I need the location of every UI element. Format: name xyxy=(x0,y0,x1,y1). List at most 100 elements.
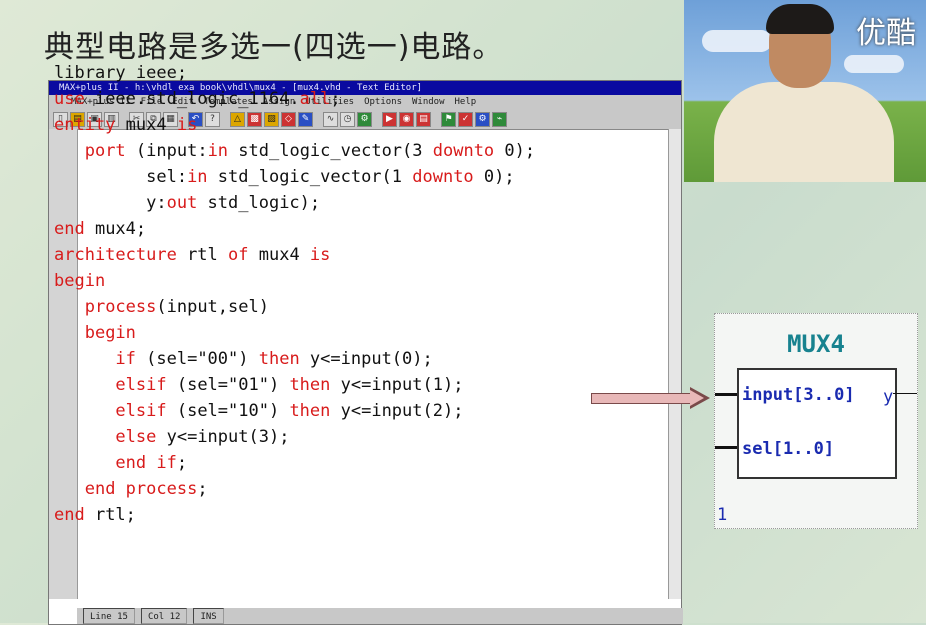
input-pin-label: input[3..0] xyxy=(742,385,855,405)
output-pin xyxy=(893,393,917,394)
code-line[interactable]: begin xyxy=(54,268,535,294)
code-text: rtl; xyxy=(84,505,136,525)
code-text: (sel="10") xyxy=(166,401,290,421)
mux4-symbol-panel: MUX4 input[3..0] sel[1..0] y 1 xyxy=(714,313,918,529)
presenter-hair xyxy=(766,4,834,34)
code-keyword: is xyxy=(176,115,198,135)
code-keyword: out xyxy=(166,193,198,213)
status-mode: INS xyxy=(193,608,224,624)
code-line[interactable]: end mux4; xyxy=(54,216,535,242)
code-line[interactable]: if (sel="00") then y<=input(0); xyxy=(54,346,535,372)
code-text: (sel="00") xyxy=(135,349,259,369)
code-line[interactable]: else y<=input(3); xyxy=(54,424,535,450)
code-keyword: port xyxy=(84,141,126,161)
code-text: library ieee; xyxy=(54,63,188,83)
code-text: mux4 xyxy=(115,115,177,135)
code-keyword: is xyxy=(309,245,331,265)
code-text: (sel="01") xyxy=(166,375,290,395)
status-line: Line 15 xyxy=(83,608,135,624)
video-inset: 优酷 xyxy=(684,0,926,182)
presenter-body xyxy=(714,82,894,182)
code-text: ; xyxy=(197,479,208,499)
output-pin-label: y xyxy=(883,387,894,407)
code-line[interactable]: y:out std_logic); xyxy=(54,190,535,216)
code-keyword: process xyxy=(84,297,157,317)
sel-pin-label: sel[1..0] xyxy=(742,439,835,459)
code-keyword: then xyxy=(258,349,300,369)
code-text: std_logic); xyxy=(197,193,321,213)
code-keyword: downto xyxy=(412,167,474,187)
code-keyword: begin xyxy=(84,323,136,343)
code-line[interactable]: elsif (sel="01") then y<=input(1); xyxy=(54,372,535,398)
cloud xyxy=(844,55,904,73)
code-keyword: elsif xyxy=(115,375,167,395)
code-editor-text[interactable]: library ieee; use ieee.std_logic_1164.all… xyxy=(54,60,535,528)
mux4-title: MUX4 xyxy=(787,330,845,358)
code-keyword: elsif xyxy=(115,401,167,421)
code-keyword: end xyxy=(54,505,85,525)
code-line[interactable]: begin xyxy=(54,320,535,346)
code-text: std_logic_vector(3 xyxy=(228,141,433,161)
sel-pin xyxy=(715,446,737,449)
code-text: ieee.std_logic_1164. xyxy=(84,89,300,109)
code-line[interactable]: elsif (sel="10") then y<=input(2); xyxy=(54,398,535,424)
code-keyword: architecture xyxy=(54,245,177,265)
code-text: 0); xyxy=(473,167,515,187)
code-text: std_logic_vector(1 xyxy=(207,167,413,187)
code-keyword: in xyxy=(187,167,208,187)
code-line[interactable]: end process; xyxy=(54,476,535,502)
pointer-arrow xyxy=(591,393,693,404)
code-keyword: of xyxy=(228,245,249,265)
code-text: ; xyxy=(330,89,341,109)
input-pin xyxy=(715,393,737,396)
code-text: mux4; xyxy=(84,219,147,239)
code-text: mux4 xyxy=(248,245,310,265)
code-keyword: entity xyxy=(54,115,116,135)
code-text: y: xyxy=(54,193,167,213)
code-text: 0); xyxy=(494,141,536,161)
code-keyword: end process xyxy=(84,479,198,499)
code-line[interactable]: port (input:in std_logic_vector(3 downto… xyxy=(54,138,535,164)
code-line[interactable]: entity mux4 is xyxy=(54,112,535,138)
code-keyword: all xyxy=(299,89,331,109)
code-line[interactable]: end rtl; xyxy=(54,502,535,528)
code-text: y<=input(0); xyxy=(299,349,433,369)
code-keyword: end xyxy=(54,219,85,239)
code-text: sel: xyxy=(54,167,188,187)
code-keyword: end if xyxy=(115,453,177,473)
code-keyword: downto xyxy=(432,141,495,161)
code-text: (input,sel) xyxy=(156,297,269,317)
code-line[interactable]: process(input,sel) xyxy=(54,294,535,320)
vertical-scrollbar[interactable] xyxy=(668,129,681,599)
code-text: rtl xyxy=(176,245,229,265)
code-keyword: use xyxy=(54,89,85,109)
code-text: y<=input(3); xyxy=(156,427,290,447)
status-bar: Line 15 Col 12 INS xyxy=(77,608,683,624)
code-keyword: if xyxy=(115,349,136,369)
pointer-arrow-head-fill xyxy=(690,390,704,406)
code-keyword: then xyxy=(289,401,331,421)
code-text: y<=input(1); xyxy=(330,375,464,395)
video-logo: 优酷 xyxy=(856,16,916,51)
code-line[interactable]: architecture rtl of mux4 is xyxy=(54,242,535,268)
code-keyword: else xyxy=(115,427,157,447)
panel-stray-label: 1 xyxy=(717,505,728,525)
code-line[interactable]: library ieee; xyxy=(54,60,535,86)
code-text: y<=input(2); xyxy=(330,401,464,421)
cloud xyxy=(702,30,772,52)
code-line[interactable]: end if; xyxy=(54,450,535,476)
code-keyword: in xyxy=(207,141,229,161)
code-text: ; xyxy=(176,453,188,473)
status-col: Col 12 xyxy=(140,608,188,624)
code-line[interactable]: sel:in std_logic_vector(1 downto 0); xyxy=(54,164,535,190)
code-line[interactable]: use ieee.std_logic_1164.all; xyxy=(54,86,535,112)
